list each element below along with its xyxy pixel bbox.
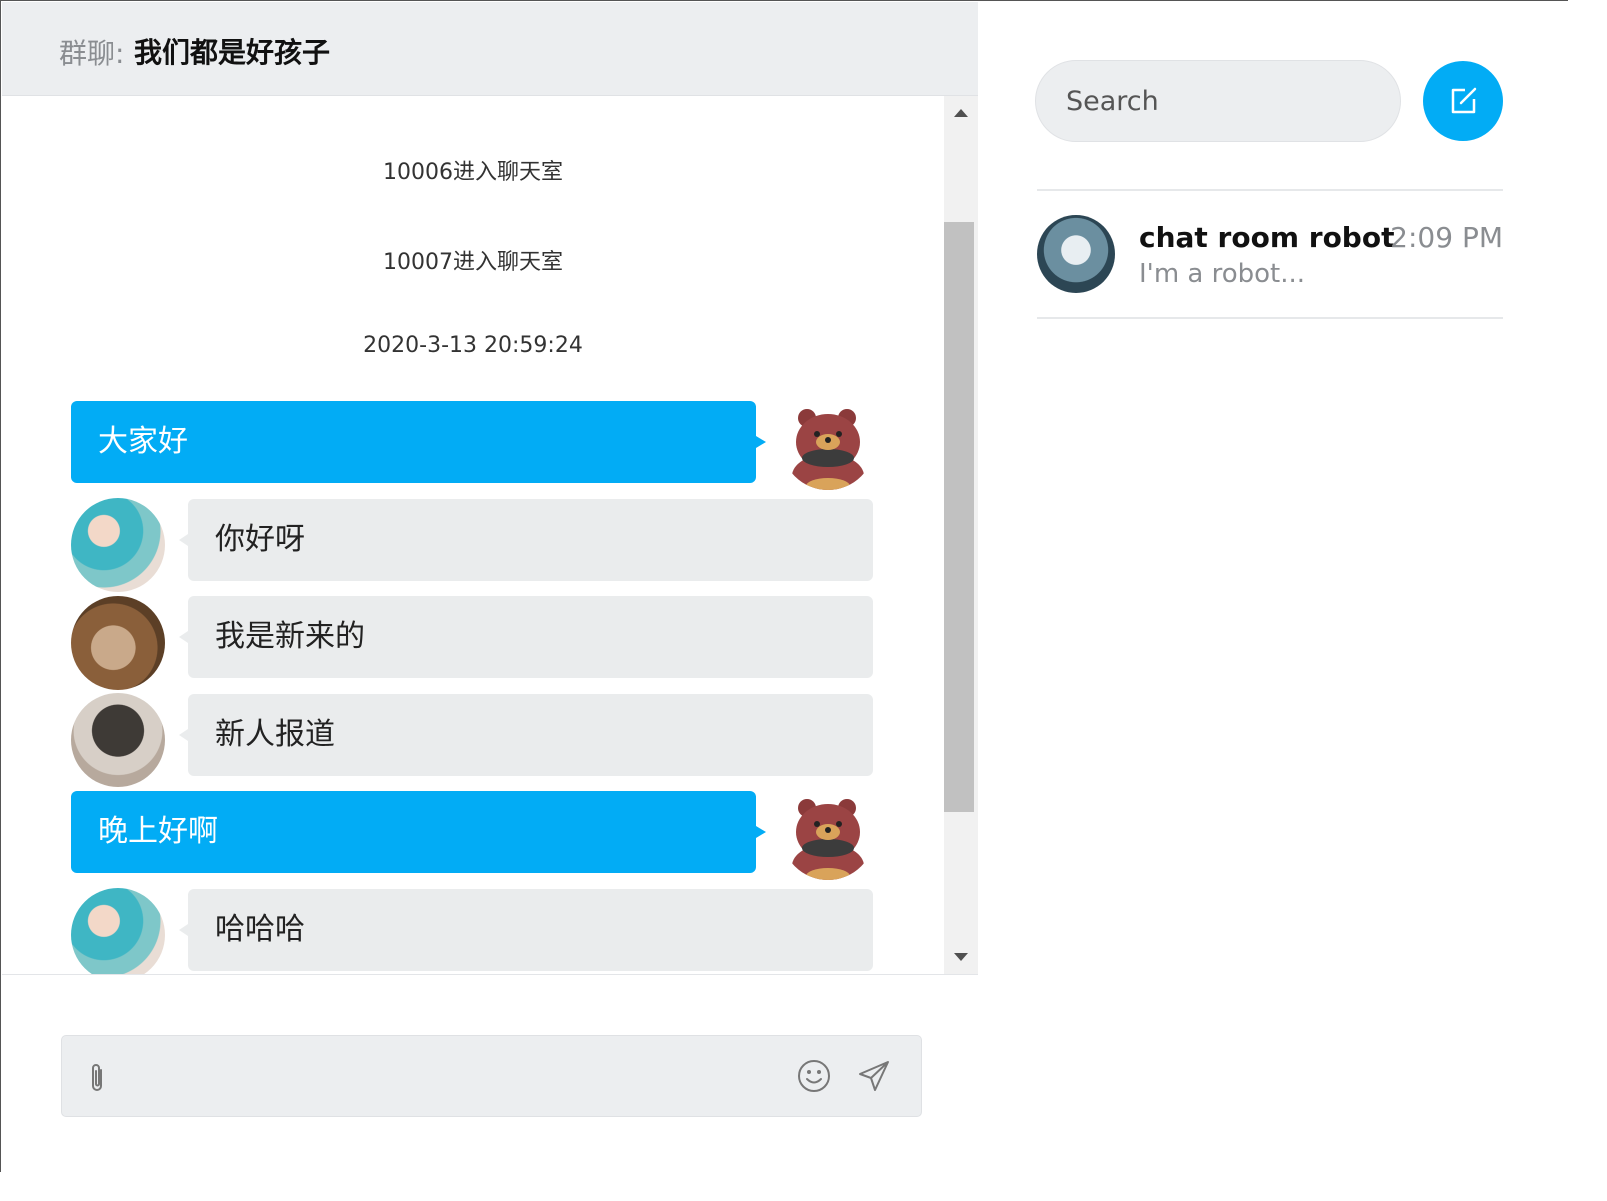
incoming-message-bubble[interactable]: 哈哈哈 (179, 889, 873, 971)
conversation-time: 2:09 PM (1390, 221, 1503, 254)
incoming-message-bubble[interactable]: 你好呀 (179, 499, 873, 581)
chat-title: 我们都是好孩子 (134, 36, 331, 69)
bear-avatar[interactable] (781, 396, 875, 490)
system-message: 10007进入聊天室 (383, 250, 563, 275)
paperclip-icon[interactable] (86, 1060, 110, 1096)
incoming-message-bubble[interactable]: 我是新来的 (179, 596, 873, 678)
scroll-up-arrow-icon[interactable] (944, 102, 978, 124)
composer-area (2, 974, 978, 1172)
conversation-item[interactable]: chat room robot 2:09 PM I'm a robot... (1037, 189, 1503, 319)
bear-avatar[interactable] (781, 786, 875, 880)
system-message: 10006进入聊天室 (383, 160, 563, 185)
incoming-message-bubble[interactable]: 新人报道 (179, 694, 873, 776)
scroll-thumb[interactable] (944, 222, 974, 812)
chat-header: 群聊: 我们都是好孩子 (2, 2, 978, 96)
search-box[interactable] (1035, 60, 1401, 142)
bear-icon (781, 396, 875, 490)
bear-icon (781, 786, 875, 880)
conversation-list: chat room robot 2:09 PM I'm a robot... (1037, 189, 1503, 319)
conversation-name: chat room robot (1139, 221, 1395, 254)
fish-avatar[interactable] (71, 596, 165, 690)
conversation-sidebar: chat room robot 2:09 PM I'm a robot... (979, 2, 1568, 1172)
new-chat-button[interactable] (1423, 61, 1503, 141)
background-margin (0, 1172, 1568, 1201)
send-icon[interactable] (856, 1058, 892, 1094)
compose-icon (1451, 87, 1477, 114)
message-list[interactable]: 10006进入聊天室 10007进入聊天室 2020-3-13 20:59:24… (2, 96, 944, 974)
scroll-down-arrow-icon[interactable] (944, 946, 978, 968)
message-input[interactable] (132, 1054, 782, 1098)
conversation-preview: I'm a robot... (1139, 259, 1306, 289)
head-avatar[interactable] (71, 693, 165, 787)
outgoing-message-bubble[interactable]: 晚上好啊 (71, 791, 766, 873)
chat-type-label: 群聊: (59, 37, 125, 70)
chat-pane: 群聊: 我们都是好孩子 10006进入聊天室 10007进入聊天室 2020-3… (2, 2, 978, 1172)
outgoing-message-bubble[interactable]: 大家好 (71, 401, 766, 483)
girl-avatar[interactable] (71, 888, 165, 974)
background-margin (1568, 0, 1607, 1201)
smiley-icon[interactable] (796, 1058, 832, 1094)
message-scrollbar[interactable] (944, 96, 978, 974)
search-input[interactable] (1066, 79, 1366, 123)
girl-avatar[interactable] (71, 498, 165, 592)
robot-avatar (1037, 215, 1115, 293)
timestamp: 2020-3-13 20:59:24 (363, 333, 583, 358)
message-composer (61, 1035, 922, 1117)
